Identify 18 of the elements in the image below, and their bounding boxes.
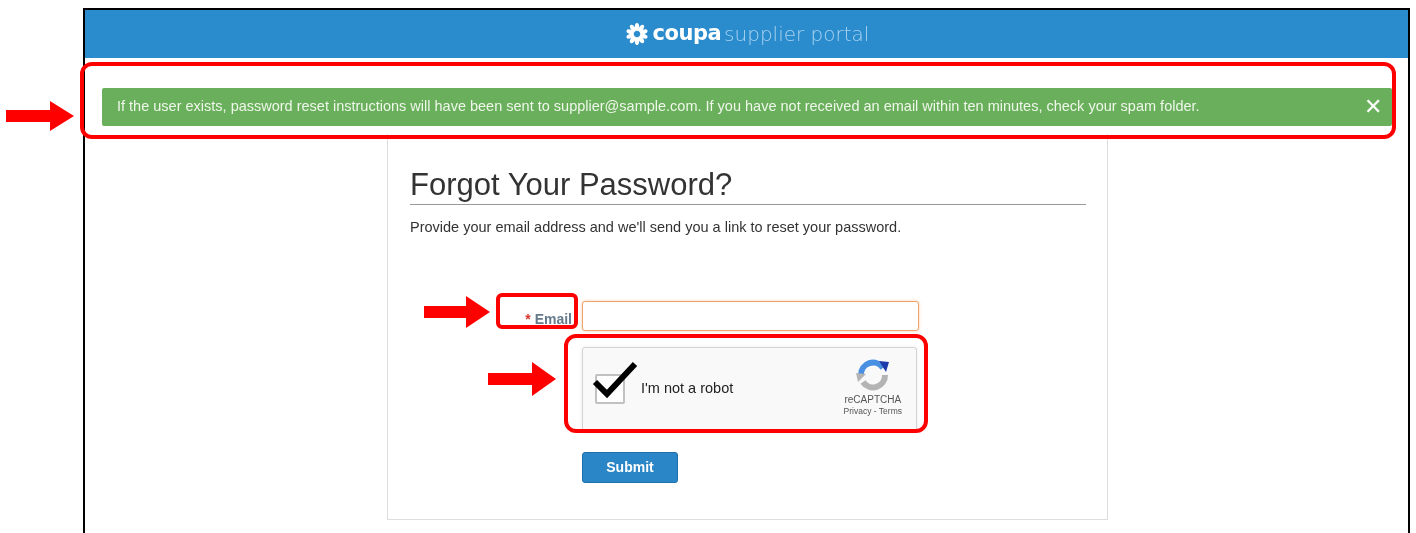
brand-name: coupa [652, 20, 722, 48]
captcha-label: I'm not a robot [641, 379, 734, 399]
email-label: * Email [525, 310, 572, 330]
close-button[interactable]: ✕ [1364, 96, 1382, 118]
checkmark-icon [591, 360, 639, 401]
annotation-arrow [424, 296, 490, 328]
annotation-arrow [6, 101, 74, 131]
annotation-arrow [488, 362, 556, 396]
alert-message: If the user exists, password reset instructions will have been sent to supplier@sample.com. If you have not received an email within ten minutes, check your spam folder. [117, 97, 1200, 117]
flower-logo-icon [623, 22, 650, 46]
description-text: Provide your email address and we'll send you a link to reset your password. [410, 218, 903, 238]
email-field[interactable] [582, 300, 919, 331]
privacy-terms-text: Privacy - Terms [843, 405, 902, 417]
portal-subtitle: supplier portal [724, 21, 870, 48]
submit-button[interactable]: Submit [582, 451, 678, 483]
captcha-brand: reCAPTCHA [844, 393, 902, 406]
page-title: Forgot Your Password? [410, 168, 1086, 206]
refresh-arrows-icon [854, 357, 891, 392]
